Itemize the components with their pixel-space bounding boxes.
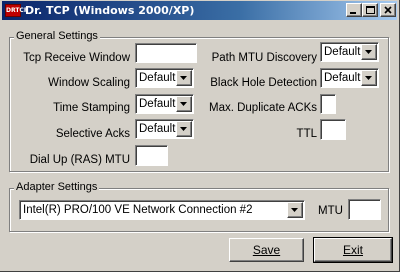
time-stamping-label: Time Stamping (53, 102, 130, 114)
general-settings-label: General Settings (14, 30, 100, 43)
save-button[interactable]: Save (229, 238, 304, 262)
tcp-receive-window-input[interactable] (135, 43, 197, 63)
path-mtu-discovery-value: Default (324, 46, 361, 58)
path-mtu-discovery-select[interactable]: Default (320, 42, 379, 62)
max-duplicate-acks-input[interactable] (320, 94, 336, 114)
adapter-settings-label: Adapter Settings (14, 181, 100, 194)
close-button[interactable] (380, 3, 396, 17)
chevron-down-icon (180, 102, 187, 106)
black-hole-detection-value: Default (324, 72, 361, 84)
time-stamping-select[interactable]: Default (135, 94, 194, 114)
adapter-select[interactable]: Intel(R) PRO/100 VE Network Connection #… (19, 200, 305, 220)
black-hole-detection-dropdown[interactable] (361, 70, 377, 86)
chevron-down-icon (365, 50, 372, 54)
selective-acks-dropdown[interactable] (176, 121, 192, 137)
maximize-button[interactable] (362, 3, 378, 17)
chevron-down-icon (291, 208, 298, 212)
minimize-button[interactable] (346, 3, 362, 17)
tcp-receive-window-label: Tcp Receive Window (23, 52, 130, 64)
selective-acks-value: Default (139, 123, 176, 135)
path-mtu-discovery-label: Path MTU Discovery (211, 52, 317, 64)
save-button-label: Save (252, 243, 281, 257)
chevron-down-icon (180, 76, 187, 80)
black-hole-detection-select[interactable]: Default (320, 68, 379, 88)
window-title: Dr. TCP (Windows 2000/XP) (25, 4, 195, 17)
minimize-icon (350, 12, 356, 14)
adapter-mtu-label: MTU (318, 205, 343, 217)
dr-tcp-window: DRTCP Dr. TCP (Windows 2000/XP) General … (0, 0, 400, 272)
time-stamping-dropdown[interactable] (176, 96, 192, 112)
close-icon (384, 6, 392, 14)
selective-acks-select[interactable]: Default (135, 119, 194, 139)
chevron-down-icon (365, 76, 372, 80)
adapter-value: Intel(R) PRO/100 VE Network Connection #… (23, 204, 253, 216)
window-scaling-value: Default (139, 72, 176, 84)
window-scaling-select[interactable]: Default (135, 68, 194, 88)
time-stamping-value: Default (139, 98, 176, 110)
path-mtu-discovery-dropdown[interactable] (361, 44, 377, 60)
black-hole-detection-label: Black Hole Detection (210, 77, 317, 89)
ttl-input[interactable] (320, 119, 346, 140)
exit-button-label: Exit (342, 243, 363, 257)
exit-button[interactable]: Exit (313, 237, 393, 263)
dial-up-mtu-input[interactable] (135, 145, 168, 166)
dial-up-mtu-label: Dial Up (RAS) MTU (29, 154, 130, 166)
adapter-dropdown[interactable] (287, 202, 303, 218)
chevron-down-icon (180, 127, 187, 131)
adapter-mtu-input[interactable] (348, 199, 381, 220)
maximize-icon (366, 6, 375, 14)
ttl-label: TTL (296, 128, 317, 140)
selective-acks-label: Selective Acks (55, 128, 130, 140)
max-duplicate-acks-label: Max. Duplicate ACKs (208, 102, 317, 114)
title-bar[interactable]: DRTCP Dr. TCP (Windows 2000/XP) (2, 1, 397, 20)
window-scaling-dropdown[interactable] (176, 70, 192, 86)
app-icon: DRTCP (5, 4, 28, 17)
window-scaling-label: Window Scaling (48, 77, 130, 89)
